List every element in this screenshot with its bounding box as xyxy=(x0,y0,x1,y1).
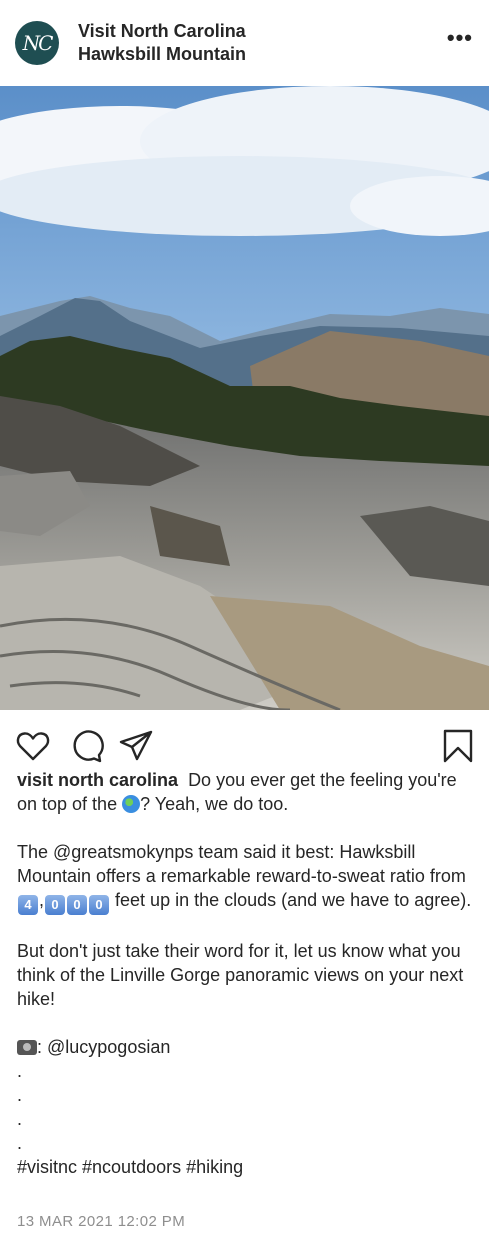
account-name[interactable]: Visit North Carolina xyxy=(78,20,246,42)
comment-icon[interactable] xyxy=(68,728,104,764)
caption-username[interactable]: visit north carolina xyxy=(17,770,178,790)
dot-line: . xyxy=(17,1133,23,1153)
digit-4-emoji-icon: 4 xyxy=(18,895,38,915)
post-caption: visit north carolina Do you ever get the… xyxy=(17,768,479,1179)
dot-line: . xyxy=(17,1061,23,1081)
caption-intro: visit north carolina Do you ever get the… xyxy=(17,768,479,816)
caption-paragraph-3: But don't just take their word for it, l… xyxy=(17,941,464,1009)
save-bookmark-icon[interactable] xyxy=(440,728,476,764)
camera-emoji-icon xyxy=(17,1040,37,1055)
digit-0-emoji-icon: 0 xyxy=(45,895,66,915)
credit-text[interactable]: : @lucypogosian xyxy=(37,1037,170,1057)
action-bar xyxy=(0,710,489,772)
post-timestamp: 13 MAR 2021 12:02 PM xyxy=(17,1213,186,1230)
digit-0-emoji-icon: 0 xyxy=(89,895,110,915)
like-heart-icon[interactable] xyxy=(15,728,51,764)
location-link[interactable]: Hawksbill Mountain xyxy=(78,43,246,65)
digit-0-emoji-icon: 0 xyxy=(67,895,88,915)
avatar[interactable]: NC xyxy=(15,21,59,65)
caption-p2b: feet up in the clouds (and we have to ag… xyxy=(115,890,472,910)
globe-emoji-icon xyxy=(122,795,141,813)
dot-line: . xyxy=(17,1085,23,1105)
caption-paragraph-2: The @greatsmokynps team said it best: Ha… xyxy=(17,840,479,915)
share-send-icon[interactable] xyxy=(118,728,154,764)
more-options-icon[interactable]: ••• xyxy=(447,27,473,49)
photo-credit: : @lucypogosian xyxy=(17,1035,479,1059)
hashtags[interactable]: #visitnc #ncoutdoors #hiking xyxy=(17,1155,479,1179)
post-image[interactable] xyxy=(0,86,489,710)
dot-line: . xyxy=(17,1109,23,1129)
post-header: NC Visit North Carolina Hawksbill Mounta… xyxy=(0,0,489,86)
caption-p2a: The @greatsmokynps team said it best: Ha… xyxy=(17,842,466,886)
caption-line-1b: ? Yeah, we do too. xyxy=(140,794,289,814)
